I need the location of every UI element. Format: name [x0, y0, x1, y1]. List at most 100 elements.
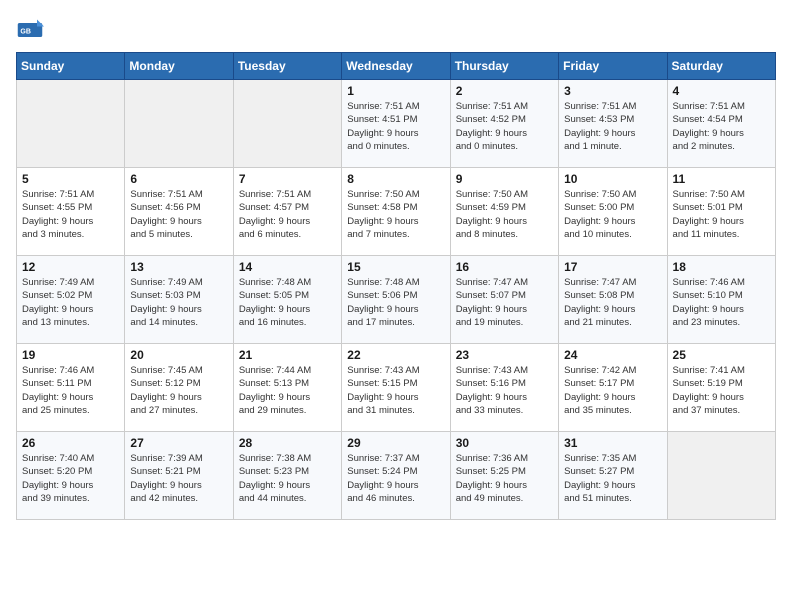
day-number: 7: [239, 172, 336, 186]
day-number: 26: [22, 436, 119, 450]
day-detail: Sunrise: 7:37 AM Sunset: 5:24 PM Dayligh…: [347, 452, 444, 505]
calendar-cell: [125, 80, 233, 168]
calendar-week-row: 1 Sunrise: 7:51 AM Sunset: 4:51 PM Daylig…: [17, 80, 776, 168]
day-number: 5: [22, 172, 119, 186]
calendar-cell: 13Sunrise: 7:49 AM Sunset: 5:03 PM Dayli…: [125, 256, 233, 344]
calendar-cell: 24 Sunrise: 7:42 AM Sunset: 5:17 PM Dayli…: [559, 344, 667, 432]
calendar-cell: 20 Sunrise: 7:45 AM Sunset: 5:12 PM Dayli…: [125, 344, 233, 432]
day-header: Friday: [559, 53, 667, 80]
day-detail: Sunrise: 7:50 AM Sunset: 4:58 PM Dayligh…: [347, 188, 444, 241]
logo-icon: GB: [16, 16, 44, 44]
day-number: 4: [673, 84, 770, 98]
calendar-cell: 14 Sunrise: 7:48 AM Sunset: 5:05 PM Dayli…: [233, 256, 341, 344]
day-number: 12: [22, 260, 119, 274]
day-number: 15: [347, 260, 444, 274]
svg-text:GB: GB: [20, 29, 31, 36]
calendar-cell: 23 Sunrise: 7:43 AM Sunset: 5:16 PM Dayli…: [450, 344, 558, 432]
day-detail: Sunrise: 7:47 AM Sunset: 5:07 PM Dayligh…: [456, 276, 553, 329]
day-detail: Sunrise: 7:51 AM Sunset: 4:51 PM Dayligh…: [347, 100, 444, 153]
calendar-cell: 4 Sunrise: 7:51 AM Sunset: 4:54 PM Daylig…: [667, 80, 775, 168]
calendar-cell: 1 Sunrise: 7:51 AM Sunset: 4:51 PM Daylig…: [342, 80, 450, 168]
day-number: 20: [130, 348, 227, 362]
calendar-cell: [17, 80, 125, 168]
day-detail: Sunrise: 7:42 AM Sunset: 5:17 PM Dayligh…: [564, 364, 661, 417]
calendar-cell: 22 Sunrise: 7:43 AM Sunset: 5:15 PM Dayli…: [342, 344, 450, 432]
day-number: 27: [130, 436, 227, 450]
day-detail: Sunrise: 7:44 AM Sunset: 5:13 PM Dayligh…: [239, 364, 336, 417]
day-detail: Sunrise: 7:43 AM Sunset: 5:15 PM Dayligh…: [347, 364, 444, 417]
calendar-cell: 6 Sunrise: 7:51 AM Sunset: 4:56 PM Daylig…: [125, 168, 233, 256]
day-number: 6: [130, 172, 227, 186]
calendar-week-row: 5 Sunrise: 7:51 AM Sunset: 4:55 PM Daylig…: [17, 168, 776, 256]
calendar-cell: 18 Sunrise: 7:46 AM Sunset: 5:10 PM Dayli…: [667, 256, 775, 344]
day-number: 25: [673, 348, 770, 362]
calendar-cell: 5 Sunrise: 7:51 AM Sunset: 4:55 PM Daylig…: [17, 168, 125, 256]
day-detail: Sunrise: 7:48 AM Sunset: 5:05 PM Dayligh…: [239, 276, 336, 329]
calendar-cell: 30 Sunrise: 7:36 AM Sunset: 5:25 PM Dayli…: [450, 432, 558, 520]
calendar-cell: 29 Sunrise: 7:37 AM Sunset: 5:24 PM Dayli…: [342, 432, 450, 520]
calendar-table: SundayMondayTuesdayWednesdayThursdayFrid…: [16, 52, 776, 520]
day-number: 17: [564, 260, 661, 274]
day-detail: Sunrise: 7:51 AM Sunset: 4:57 PM Dayligh…: [239, 188, 336, 241]
day-detail: Sunrise: 7:45 AM Sunset: 5:12 PM Dayligh…: [130, 364, 227, 417]
day-number: 23: [456, 348, 553, 362]
day-detail: Sunrise: 7:43 AM Sunset: 5:16 PM Dayligh…: [456, 364, 553, 417]
day-number: 18: [673, 260, 770, 274]
day-header: Saturday: [667, 53, 775, 80]
day-number: 3: [564, 84, 661, 98]
calendar-cell: 28 Sunrise: 7:38 AM Sunset: 5:23 PM Dayli…: [233, 432, 341, 520]
day-detail: Sunrise: 7:51 AM Sunset: 4:54 PM Dayligh…: [673, 100, 770, 153]
day-detail: Sunrise: 7:38 AM Sunset: 5:23 PM Dayligh…: [239, 452, 336, 505]
calendar-cell: 12 Sunrise: 7:49 AM Sunset: 5:02 PM Dayli…: [17, 256, 125, 344]
calendar-cell: 11 Sunrise: 7:50 AM Sunset: 5:01 PM Dayli…: [667, 168, 775, 256]
day-number: 28: [239, 436, 336, 450]
day-number: 1: [347, 84, 444, 98]
day-detail: Sunrise: 7:36 AM Sunset: 5:25 PM Dayligh…: [456, 452, 553, 505]
calendar-cell: 26 Sunrise: 7:40 AM Sunset: 5:20 PM Dayli…: [17, 432, 125, 520]
day-header: Monday: [125, 53, 233, 80]
day-detail: Sunrise: 7:40 AM Sunset: 5:20 PM Dayligh…: [22, 452, 119, 505]
calendar-cell: 8Sunrise: 7:50 AM Sunset: 4:58 PM Daylig…: [342, 168, 450, 256]
calendar-week-row: 12 Sunrise: 7:49 AM Sunset: 5:02 PM Dayli…: [17, 256, 776, 344]
day-number: 19: [22, 348, 119, 362]
day-number: 21: [239, 348, 336, 362]
calendar-cell: 7 Sunrise: 7:51 AM Sunset: 4:57 PM Daylig…: [233, 168, 341, 256]
day-number: 16: [456, 260, 553, 274]
logo: GB: [16, 16, 48, 44]
calendar-cell: [667, 432, 775, 520]
day-number: 22: [347, 348, 444, 362]
day-detail: Sunrise: 7:50 AM Sunset: 5:01 PM Dayligh…: [673, 188, 770, 241]
calendar-cell: 9 Sunrise: 7:50 AM Sunset: 4:59 PM Daylig…: [450, 168, 558, 256]
day-number: 31: [564, 436, 661, 450]
day-number: 13: [130, 260, 227, 274]
calendar-cell: [233, 80, 341, 168]
calendar-cell: 3 Sunrise: 7:51 AM Sunset: 4:53 PM Daylig…: [559, 80, 667, 168]
day-number: 30: [456, 436, 553, 450]
calendar-cell: 17 Sunrise: 7:47 AM Sunset: 5:08 PM Dayli…: [559, 256, 667, 344]
day-detail: Sunrise: 7:48 AM Sunset: 5:06 PM Dayligh…: [347, 276, 444, 329]
day-detail: Sunrise: 7:47 AM Sunset: 5:08 PM Dayligh…: [564, 276, 661, 329]
calendar-cell: 16 Sunrise: 7:47 AM Sunset: 5:07 PM Dayli…: [450, 256, 558, 344]
day-detail: Sunrise: 7:50 AM Sunset: 4:59 PM Dayligh…: [456, 188, 553, 241]
day-number: 14: [239, 260, 336, 274]
calendar-cell: 19 Sunrise: 7:46 AM Sunset: 5:11 PM Dayli…: [17, 344, 125, 432]
day-detail: Sunrise: 7:46 AM Sunset: 5:11 PM Dayligh…: [22, 364, 119, 417]
day-detail: Sunrise: 7:46 AM Sunset: 5:10 PM Dayligh…: [673, 276, 770, 329]
calendar-week-row: 26 Sunrise: 7:40 AM Sunset: 5:20 PM Dayli…: [17, 432, 776, 520]
day-number: 9: [456, 172, 553, 186]
day-header: Thursday: [450, 53, 558, 80]
day-number: 11: [673, 172, 770, 186]
day-detail: Sunrise: 7:51 AM Sunset: 4:55 PM Dayligh…: [22, 188, 119, 241]
calendar-cell: 10 Sunrise: 7:50 AM Sunset: 5:00 PM Dayli…: [559, 168, 667, 256]
day-detail: Sunrise: 7:49 AM Sunset: 5:02 PM Dayligh…: [22, 276, 119, 329]
day-number: 24: [564, 348, 661, 362]
day-detail: Sunrise: 7:51 AM Sunset: 4:52 PM Dayligh…: [456, 100, 553, 153]
day-number: 29: [347, 436, 444, 450]
day-detail: Sunrise: 7:51 AM Sunset: 4:56 PM Dayligh…: [130, 188, 227, 241]
day-detail: Sunrise: 7:50 AM Sunset: 5:00 PM Dayligh…: [564, 188, 661, 241]
day-number: 10: [564, 172, 661, 186]
day-detail: Sunrise: 7:51 AM Sunset: 4:53 PM Dayligh…: [564, 100, 661, 153]
page-header: GB: [16, 16, 776, 44]
day-detail: Sunrise: 7:41 AM Sunset: 5:19 PM Dayligh…: [673, 364, 770, 417]
day-header: Tuesday: [233, 53, 341, 80]
